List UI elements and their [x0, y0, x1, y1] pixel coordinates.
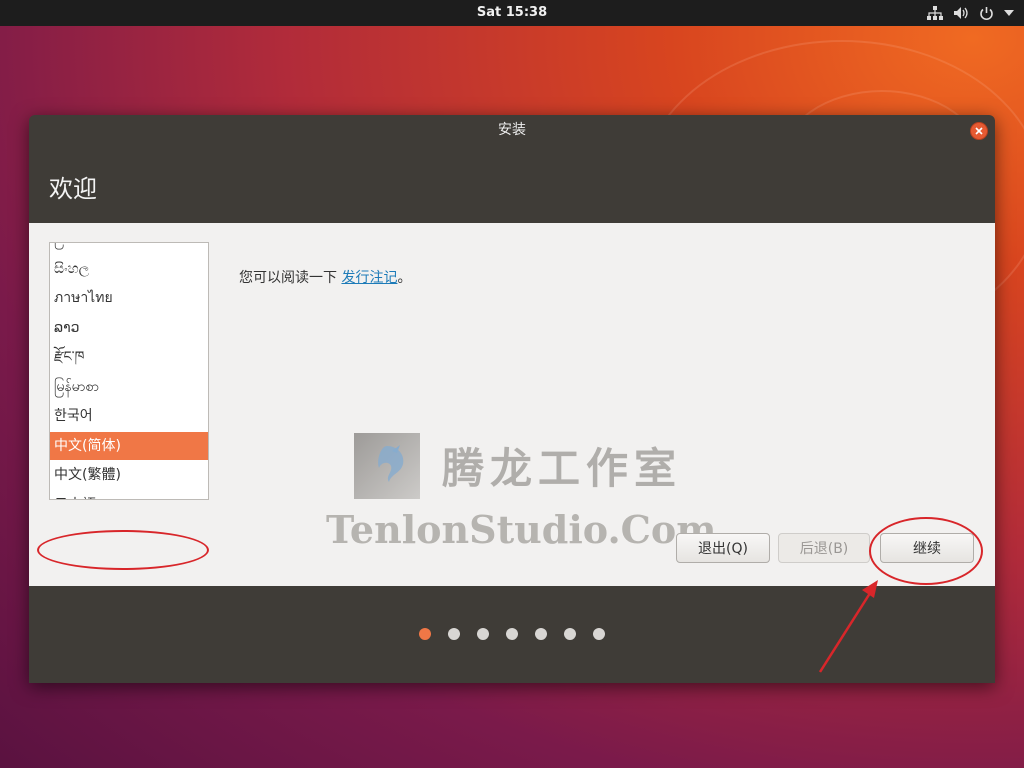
release-notes-link[interactable]: 发行注记 [341, 270, 397, 286]
content-area: ြ සිංහලภาษาไทยລາວརྫོང་ཁမြန်မာစာ한국어中文(简体)中… [29, 223, 995, 586]
close-button[interactable] [970, 122, 988, 140]
system-tray[interactable] [927, 0, 1014, 26]
installer-window: 安装 欢迎 ြසිංහලภาษาไทยລາວརྫོང་ཁမြန်မာစာ한국어中… [29, 115, 995, 683]
release-notes-text: 您可以阅读一下 发行注记。 [239, 267, 411, 287]
step-dot [535, 628, 547, 640]
language-item[interactable]: 中文(简体) [50, 431, 208, 460]
language-item[interactable]: ภาษาไทย [50, 284, 208, 312]
language-item[interactable]: ລາວ [50, 314, 208, 342]
back-button[interactable]: 后退(B) [778, 533, 870, 563]
top-panel: Sat 15:38 [0, 0, 1024, 26]
dragon-logo-icon [354, 433, 420, 499]
note-prefix: 您可以阅读一下 [239, 270, 342, 286]
title-bar[interactable]: 安装 [29, 115, 995, 145]
step-dot [448, 628, 460, 640]
watermark-cn: 腾龙工作室 [442, 444, 683, 493]
quit-button[interactable]: 退出(Q) [676, 533, 770, 563]
language-item[interactable]: 한국어 [50, 402, 208, 430]
annotation-circle [869, 517, 983, 585]
step-dot [593, 628, 605, 640]
step-indicator [419, 628, 605, 640]
language-item[interactable]: සිංහල [50, 255, 208, 283]
close-icon [975, 127, 983, 135]
page-title: 欢迎 [49, 175, 97, 203]
step-dot [419, 628, 431, 640]
step-dot [506, 628, 518, 640]
step-dot [564, 628, 576, 640]
language-item[interactable]: 日本語 [50, 491, 208, 500]
network-icon[interactable] [927, 6, 943, 20]
language-list[interactable]: ြ සිංහලภาษาไทยລາວརྫོང་ཁမြန်မာစာ한국어中文(简体)中… [49, 242, 209, 500]
step-dot [477, 628, 489, 640]
watermark-en: TenlonStudio.Com [326, 507, 717, 552]
volume-icon[interactable] [953, 6, 969, 20]
progress-footer [29, 586, 995, 683]
language-item[interactable]: རྫོང་ཁ [50, 343, 208, 371]
note-suffix: 。 [397, 270, 412, 286]
language-item[interactable]: 中文(繁體) [50, 461, 208, 489]
annotation-circle [37, 530, 209, 570]
window-title: 安装 [498, 122, 526, 138]
power-icon[interactable] [979, 6, 994, 21]
page-header: 欢迎 [29, 145, 995, 223]
language-item[interactable]: ြ [50, 243, 208, 253]
language-item[interactable]: မြန်မာစာ [50, 373, 208, 401]
chevron-down-icon[interactable] [1004, 10, 1014, 16]
clock[interactable]: Sat 15:38 [0, 0, 1024, 26]
